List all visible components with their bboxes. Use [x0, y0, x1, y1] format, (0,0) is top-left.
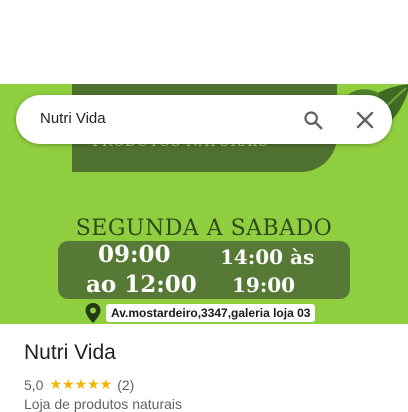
- hour-morning-open: 09:00: [98, 241, 171, 268]
- hours-box: 09:00 ao 12:00 14:00 às 19:00: [58, 241, 350, 299]
- clear-search-button[interactable]: [352, 107, 378, 133]
- opening-days: SEGUNDA A SABADO: [75, 216, 333, 241]
- place-title: Nutri Vida: [24, 341, 116, 364]
- search-button[interactable]: [300, 107, 326, 133]
- address-text: Av.mostardeiro,3347,galeria loja 03: [106, 304, 316, 322]
- hour-afternoon-open: 14:00 às: [220, 245, 315, 269]
- hour-morning-close: ao 12:00: [86, 271, 197, 298]
- map-pin-icon: [85, 303, 101, 323]
- rating-score: 5,0: [24, 376, 44, 393]
- place-category: Loja de produtos naturais: [24, 396, 182, 412]
- top-blank-area: [0, 0, 408, 84]
- search-input[interactable]: Nutri Vida: [40, 110, 106, 127]
- address-banner: Av.mostardeiro,3347,galeria loja 03: [84, 302, 316, 324]
- search-icon: [304, 111, 323, 130]
- star-rating-icon: ★★★★★: [49, 376, 113, 392]
- rating-row[interactable]: 5,0 ★★★★★ (2): [24, 376, 134, 393]
- close-icon: [356, 111, 374, 129]
- review-count[interactable]: (2): [117, 377, 134, 393]
- search-bar[interactable]: Nutri Vida: [16, 95, 392, 144]
- hour-afternoon-close: 19:00: [232, 273, 296, 297]
